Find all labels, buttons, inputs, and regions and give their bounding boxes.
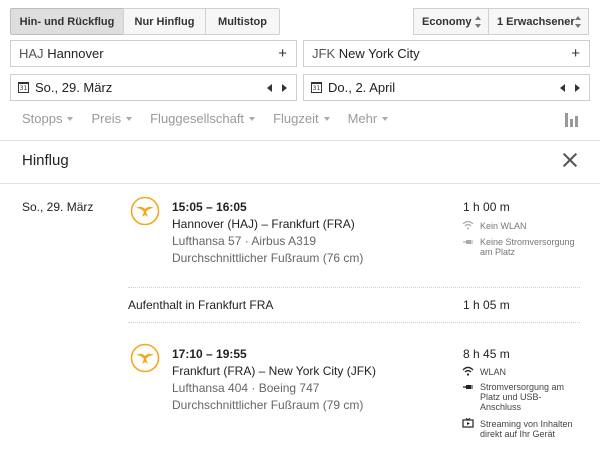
divider	[0, 140, 600, 141]
updown-icon	[475, 16, 482, 28]
filter-label: Preis	[91, 111, 122, 126]
filter-label: Flugzeit	[273, 111, 319, 126]
wifi-icon	[462, 366, 474, 376]
cabin-select[interactable]: Economy	[413, 8, 489, 35]
destination-city: New York City	[338, 46, 420, 61]
divider	[0, 183, 600, 184]
leg1-flight: Lufthansa 57 · Airbus A319	[172, 234, 317, 248]
close-icon[interactable]	[563, 153, 577, 167]
origin-city: Hannover	[47, 46, 104, 61]
caret-down-icon	[249, 116, 256, 121]
layover-text: Aufenthalt in Frankfurt FRA	[128, 298, 274, 312]
leg2-amenity-power: Stromversorgung am Platz und USB-Anschlu…	[480, 382, 565, 412]
caret-down-icon	[323, 116, 330, 121]
leg2-duration: 8 h 45 m	[463, 347, 510, 361]
filter-label: Fluggesellschaft	[150, 111, 245, 126]
section-title: Hinflug	[22, 152, 69, 169]
power-icon	[463, 385, 473, 389]
divider	[128, 322, 580, 323]
passenger-value: 1 Erwachsener	[497, 15, 575, 28]
tv-streaming-icon	[462, 418, 474, 428]
bar-chart-icon[interactable]	[565, 113, 579, 127]
origin-code: HAJ	[19, 46, 44, 61]
leg2-legroom: Durchschnittlicher Fußraum (79 cm)	[172, 398, 364, 412]
filter-airline[interactable]: Fluggesellschaft	[150, 111, 256, 126]
caret-down-icon	[382, 116, 389, 121]
return-date-value: Do., 2. April	[328, 80, 396, 95]
passenger-select[interactable]: 1 Erwachsener	[488, 8, 589, 35]
leg1-amenity-wifi: Kein WLAN	[480, 221, 527, 231]
prev-date-icon[interactable]	[267, 84, 272, 92]
filter-price[interactable]: Preis	[91, 111, 133, 126]
prev-date-icon[interactable]	[560, 84, 565, 92]
flight-date: So., 29. März	[22, 200, 94, 214]
calendar-icon: 31	[18, 82, 29, 93]
caret-down-icon	[126, 116, 133, 121]
one-way-button[interactable]: Nur Hinflug	[123, 8, 206, 35]
leg1-route: Hannover (HAJ) – Frankfurt (FRA)	[172, 217, 355, 231]
calendar-icon: 31	[311, 82, 322, 93]
leg1-amenity-power: Keine Stromversorgung am Platz	[480, 237, 575, 257]
return-date-field[interactable]: 31 Do., 2. April	[303, 74, 590, 101]
next-date-icon[interactable]	[575, 84, 580, 92]
lufthansa-logo-icon	[130, 196, 160, 226]
round-trip-button[interactable]: Hin- und Rückflug	[10, 8, 124, 35]
trip-type-selector: Hin- und Rückflug Nur Hinflug Multistop	[10, 8, 280, 35]
cabin-value: Economy	[422, 15, 472, 28]
multistop-button[interactable]: Multistop	[205, 8, 280, 35]
updown-icon	[575, 16, 582, 28]
filter-stops[interactable]: Stopps	[22, 111, 74, 126]
lufthansa-logo-icon	[130, 343, 160, 373]
leg1-times: 15:05 – 16:05	[172, 200, 247, 214]
plus-icon[interactable]: +	[278, 45, 287, 62]
leg1-duration: 1 h 00 m	[463, 200, 510, 214]
plus-icon[interactable]: +	[571, 45, 580, 62]
leg2-times: 17:10 – 19:55	[172, 347, 247, 361]
destination-code: JFK	[312, 46, 336, 61]
origin-field[interactable]: HAJ Hannover +	[10, 40, 297, 67]
leg2-amenity-wifi: WLAN	[480, 367, 507, 377]
leg2-route: Frankfurt (FRA) – New York City (JFK)	[172, 364, 377, 378]
leg2-amenity-streaming: Streaming von Inhalten direkt auf Ihr Ge…	[480, 419, 573, 439]
filter-bar: Stopps Preis Fluggesellschaft Flugzeit M…	[22, 111, 406, 126]
destination-field[interactable]: JFK New York City +	[303, 40, 590, 67]
divider	[128, 287, 580, 288]
power-off-icon	[463, 240, 473, 244]
depart-date-field[interactable]: 31 So., 29. März	[10, 74, 297, 101]
filter-label: Stopps	[22, 111, 63, 126]
leg2-flight: Lufthansa 404 · Boeing 747	[172, 381, 320, 395]
leg1-legroom: Durchschnittlicher Fußraum (76 cm)	[172, 251, 364, 265]
depart-date-value: So., 29. März	[35, 80, 113, 95]
layover-duration: 1 h 05 m	[463, 298, 510, 312]
caret-down-icon	[67, 116, 74, 121]
wifi-off-icon	[462, 220, 474, 230]
filter-label: Mehr	[347, 111, 378, 126]
filter-more[interactable]: Mehr	[348, 111, 389, 126]
next-date-icon[interactable]	[282, 84, 287, 92]
filter-flight-time[interactable]: Flugzeit	[273, 111, 330, 126]
